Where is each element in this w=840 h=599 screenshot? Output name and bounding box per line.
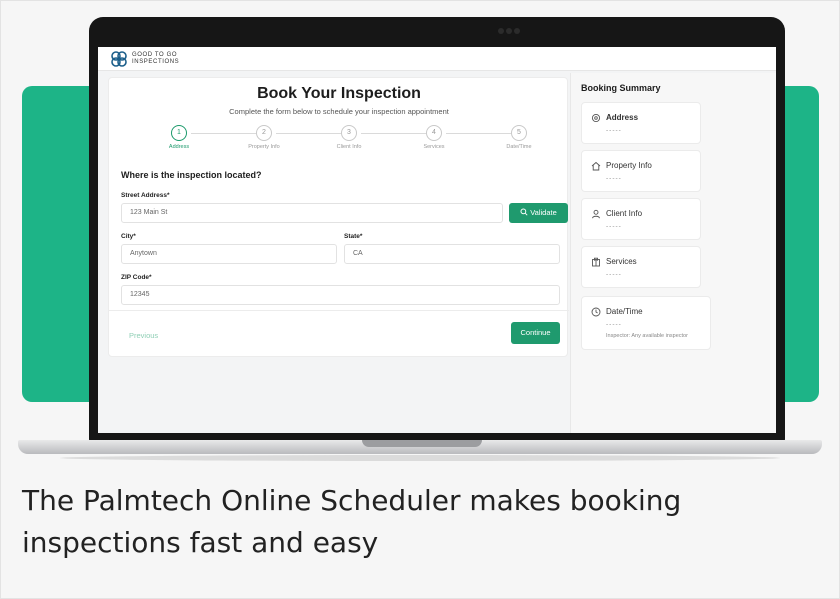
step-services[interactable]: 4 Services [394,125,474,150]
step-property-info[interactable]: 2 Property Info [224,125,304,150]
inspector-note: Inspector: Any available inspector [606,333,688,339]
progress-steps: 1 Address 2 Property Info 3 Client Info … [139,125,559,155]
step-number: 4 [426,125,442,141]
summary-card-address: Address ----- [581,102,701,144]
state-input[interactable]: CA [344,244,560,264]
step-address[interactable]: 1 Address [139,125,219,150]
logo-line-1: GOOD TO GO [132,52,178,58]
zip-code-input[interactable]: 12345 [121,285,560,305]
app-header: GOOD TO GO INSPECTIONS [98,47,776,71]
summary-card-name: Property Info [606,161,652,170]
summary-card-name: Client Info [606,209,643,218]
home-icon [591,161,601,171]
summary-card-value: ----- [606,127,622,134]
laptop-shadow [60,455,780,461]
validate-button[interactable]: Validate [509,203,568,223]
validate-label: Validate [530,208,557,217]
step-date-time[interactable]: 5 Date/Time [479,125,559,150]
page-subtitle: Complete the form below to schedule your… [229,107,449,116]
caption-text: The Palmtech Online Scheduler makes book… [22,484,682,559]
summary-card-name: Date/Time [606,307,643,316]
step-label: Services [423,144,445,150]
summary-card-value: ----- [606,175,622,182]
step-number: 3 [341,125,357,141]
booking-summary-panel: Booking Summary Address ----- Property I… [570,73,776,433]
step-client-info[interactable]: 3 Client Info [309,125,389,150]
step-label: Date/Time [506,144,532,150]
step-label: Client Info [336,144,362,150]
street-address-input[interactable]: 123 Main St [121,203,503,223]
continue-button[interactable]: Continue [511,322,560,344]
summary-card-name: Services [606,257,637,266]
state-label: State* [344,233,363,240]
logo-line-2: INSPECTIONS [132,59,180,65]
location-pin-icon [591,113,601,123]
summary-card-value: ----- [606,271,622,278]
laptop-notch [362,440,482,447]
form-divider [109,310,569,311]
step-number: 2 [256,125,272,141]
step-label: Address [168,144,190,150]
city-label: City* [121,233,136,240]
page-title: Book Your Inspection [257,85,421,102]
zip-label: ZIP Code* [121,274,152,281]
step-number: 1 [171,125,187,141]
clipboard-icon [592,257,600,267]
previous-button[interactable]: Previous [129,331,158,340]
camera-icon [497,23,527,34]
search-icon [520,208,528,216]
summary-card-value: ----- [606,223,622,230]
summary-card-services: Services ----- [581,246,701,288]
summary-card-date-time: Date/Time ----- Inspector: Any available… [581,296,711,350]
logo-text: GOOD TO GO INSPECTIONS [132,52,192,66]
laptop-screen: GOOD TO GO INSPECTIONS Book Your Inspect… [98,47,776,433]
step-number: 5 [511,125,527,141]
summary-card-client-info: Client Info ----- [581,198,701,240]
booking-form: Book Your Inspection Complete the form b… [108,77,569,357]
section-question: Where is the inspection located? [121,170,262,180]
logo-icon [111,51,127,67]
summary-card-name: Address [606,113,639,122]
user-icon [592,209,600,219]
clock-icon [591,307,601,317]
summary-card-value: ----- [606,321,622,328]
summary-title: Booking Summary [581,83,661,93]
street-label: Street Address* [121,192,170,199]
step-label: Property Info [248,144,280,150]
summary-card-property-info: Property Info ----- [581,150,701,192]
city-input[interactable]: Anytown [121,244,337,264]
